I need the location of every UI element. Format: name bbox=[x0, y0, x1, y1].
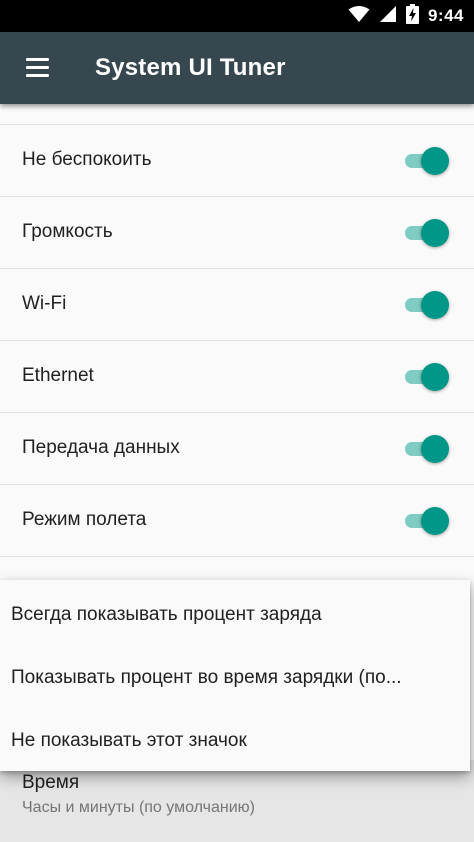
signal-icon bbox=[379, 5, 397, 28]
status-time: 9:44 bbox=[427, 6, 464, 25]
status-bar: 9:44 bbox=[0, 0, 474, 32]
wifi-switch[interactable] bbox=[405, 291, 451, 319]
time-setting-title: Время bbox=[22, 772, 80, 793]
wifi-icon bbox=[348, 5, 370, 28]
menu-item-always-show-percent[interactable]: Всегда показывать процент заряда bbox=[0, 583, 470, 646]
menu-item-label: Показывать процент во время зарядки (по.… bbox=[11, 667, 402, 688]
setting-row-do-not-disturb[interactable]: Не беспокоить bbox=[0, 125, 474, 197]
menu-item-hide-icon[interactable]: Не показывать этот значок bbox=[0, 709, 470, 772]
status-icons: 9:44 bbox=[348, 0, 464, 32]
setting-row-ethernet[interactable]: Ethernet bbox=[0, 341, 474, 413]
volume-switch[interactable] bbox=[405, 219, 451, 247]
app-bar: System UI Tuner bbox=[0, 32, 474, 104]
menu-item-label: Не показывать этот значок bbox=[11, 730, 247, 751]
setting-row-time[interactable]: Время Часы и минуты (по умолчанию) bbox=[0, 760, 474, 842]
airplane-mode-switch[interactable] bbox=[405, 507, 451, 535]
ethernet-switch[interactable] bbox=[405, 363, 451, 391]
do-not-disturb-switch[interactable] bbox=[405, 147, 451, 175]
menu-item-show-percent-charging[interactable]: Показывать процент во время зарядки (по.… bbox=[0, 646, 470, 709]
setting-row-wifi[interactable]: Wi-Fi bbox=[0, 269, 474, 341]
mobile-data-switch[interactable] bbox=[405, 435, 451, 463]
setting-row-airplane-mode[interactable]: Режим полета bbox=[0, 485, 474, 557]
setting-row-mobile-data[interactable]: Передача данных bbox=[0, 413, 474, 485]
setting-label: Громкость bbox=[22, 221, 113, 242]
setting-label: Ethernet bbox=[22, 365, 94, 386]
setting-row-volume[interactable]: Громкость bbox=[0, 197, 474, 269]
hamburger-menu-icon[interactable] bbox=[26, 58, 49, 78]
setting-label: Wi-Fi bbox=[22, 293, 67, 314]
setting-label: Передача данных bbox=[22, 437, 180, 458]
page-title: System UI Tuner bbox=[95, 54, 286, 81]
time-setting-summary: Часы и минуты (по умолчанию) bbox=[22, 799, 255, 816]
setting-label: Режим полета bbox=[22, 509, 147, 530]
menu-item-label: Всегда показывать процент заряда bbox=[11, 604, 322, 625]
setting-label: Не беспокоить bbox=[22, 149, 152, 170]
battery-options-menu: Всегда показывать процент заряда Показыв… bbox=[0, 580, 470, 771]
battery-charging-icon bbox=[405, 3, 419, 29]
